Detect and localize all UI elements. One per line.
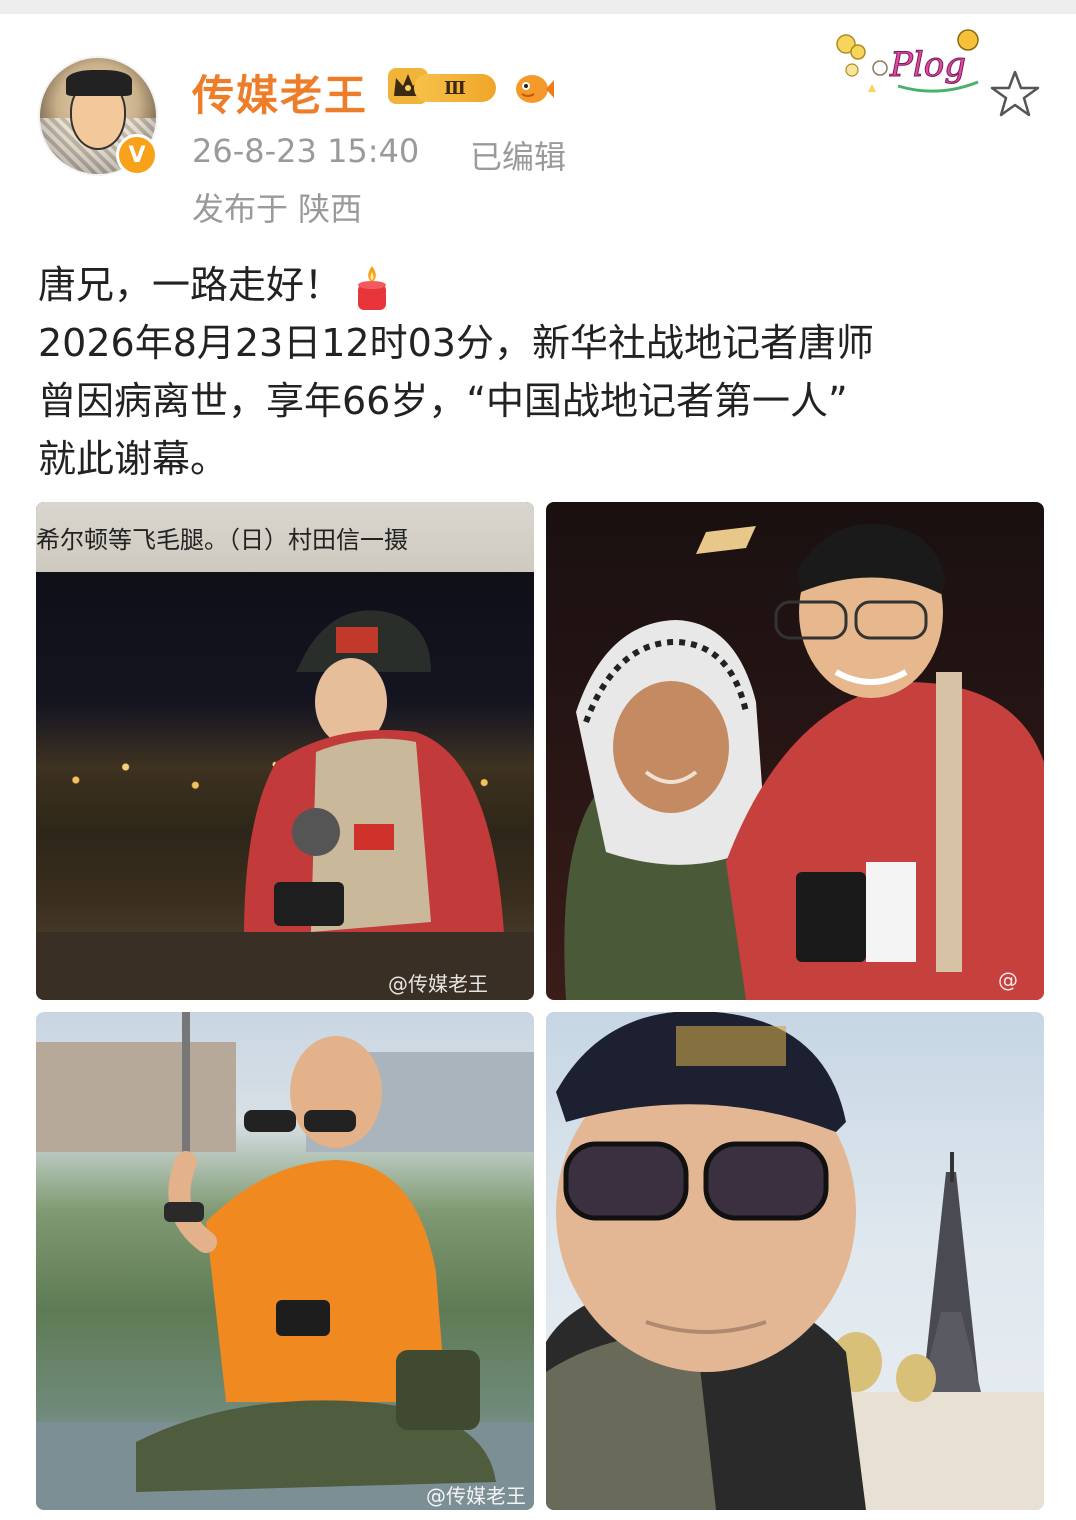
post-time: 26-8-23 15:40 bbox=[192, 132, 420, 170]
plog-text: Plog bbox=[889, 45, 966, 85]
post-location: 发布于 陕西 bbox=[192, 190, 363, 228]
post-text-span-1: 唐兄，一路走好！ bbox=[38, 263, 343, 307]
star-icon[interactable] bbox=[988, 68, 1042, 122]
photo-1-watermark: @传媒老王 bbox=[388, 972, 488, 996]
photo-4-figure bbox=[546, 1012, 1044, 1510]
photo-2[interactable]: @ bbox=[546, 502, 1044, 1000]
plog-sticker: Plog bbox=[836, 29, 979, 93]
verified-badge-icon: V bbox=[116, 134, 158, 176]
candle-icon bbox=[358, 265, 387, 310]
photo-2-figures bbox=[564, 523, 1044, 1000]
post-content: 唐兄，一路走好！ 2026年8月23日12时03分，新华社战地记者唐师 曾因病离… bbox=[38, 256, 1038, 488]
photo-3-figure bbox=[36, 1012, 534, 1510]
post-text-line-1: 唐兄，一路走好！ bbox=[38, 256, 1038, 314]
photo-3[interactable]: @传媒老王 bbox=[36, 1012, 534, 1510]
member-level-badge[interactable]: Ⅲ bbox=[386, 66, 498, 108]
post-text-line-2: 2026年8月23日12时03分，新华社战地记者唐师 bbox=[38, 321, 874, 365]
username[interactable]: 传媒老王 bbox=[192, 62, 368, 123]
post-text-line-3: 曾因病离世，享年66岁，“中国战地记者第一人” bbox=[38, 379, 848, 423]
photo-2-watermark: @ bbox=[998, 968, 1018, 992]
avatar-hair bbox=[66, 70, 132, 96]
post-text-line-4: 就此谢幕。 bbox=[38, 437, 229, 481]
fish-icon bbox=[516, 75, 554, 103]
photo-3-watermark: @传媒老王 bbox=[426, 1484, 526, 1508]
photo-1-figure bbox=[36, 610, 534, 1000]
photo-4[interactable] bbox=[546, 1012, 1044, 1510]
member-level-label: Ⅲ bbox=[414, 74, 496, 102]
photo-1[interactable]: 希尔顿等飞毛腿。（日）村田信一摄 @传媒老王 bbox=[36, 502, 534, 1000]
status-bar-strip bbox=[0, 0, 1076, 14]
edited-label[interactable]: 已编辑 bbox=[470, 132, 566, 178]
